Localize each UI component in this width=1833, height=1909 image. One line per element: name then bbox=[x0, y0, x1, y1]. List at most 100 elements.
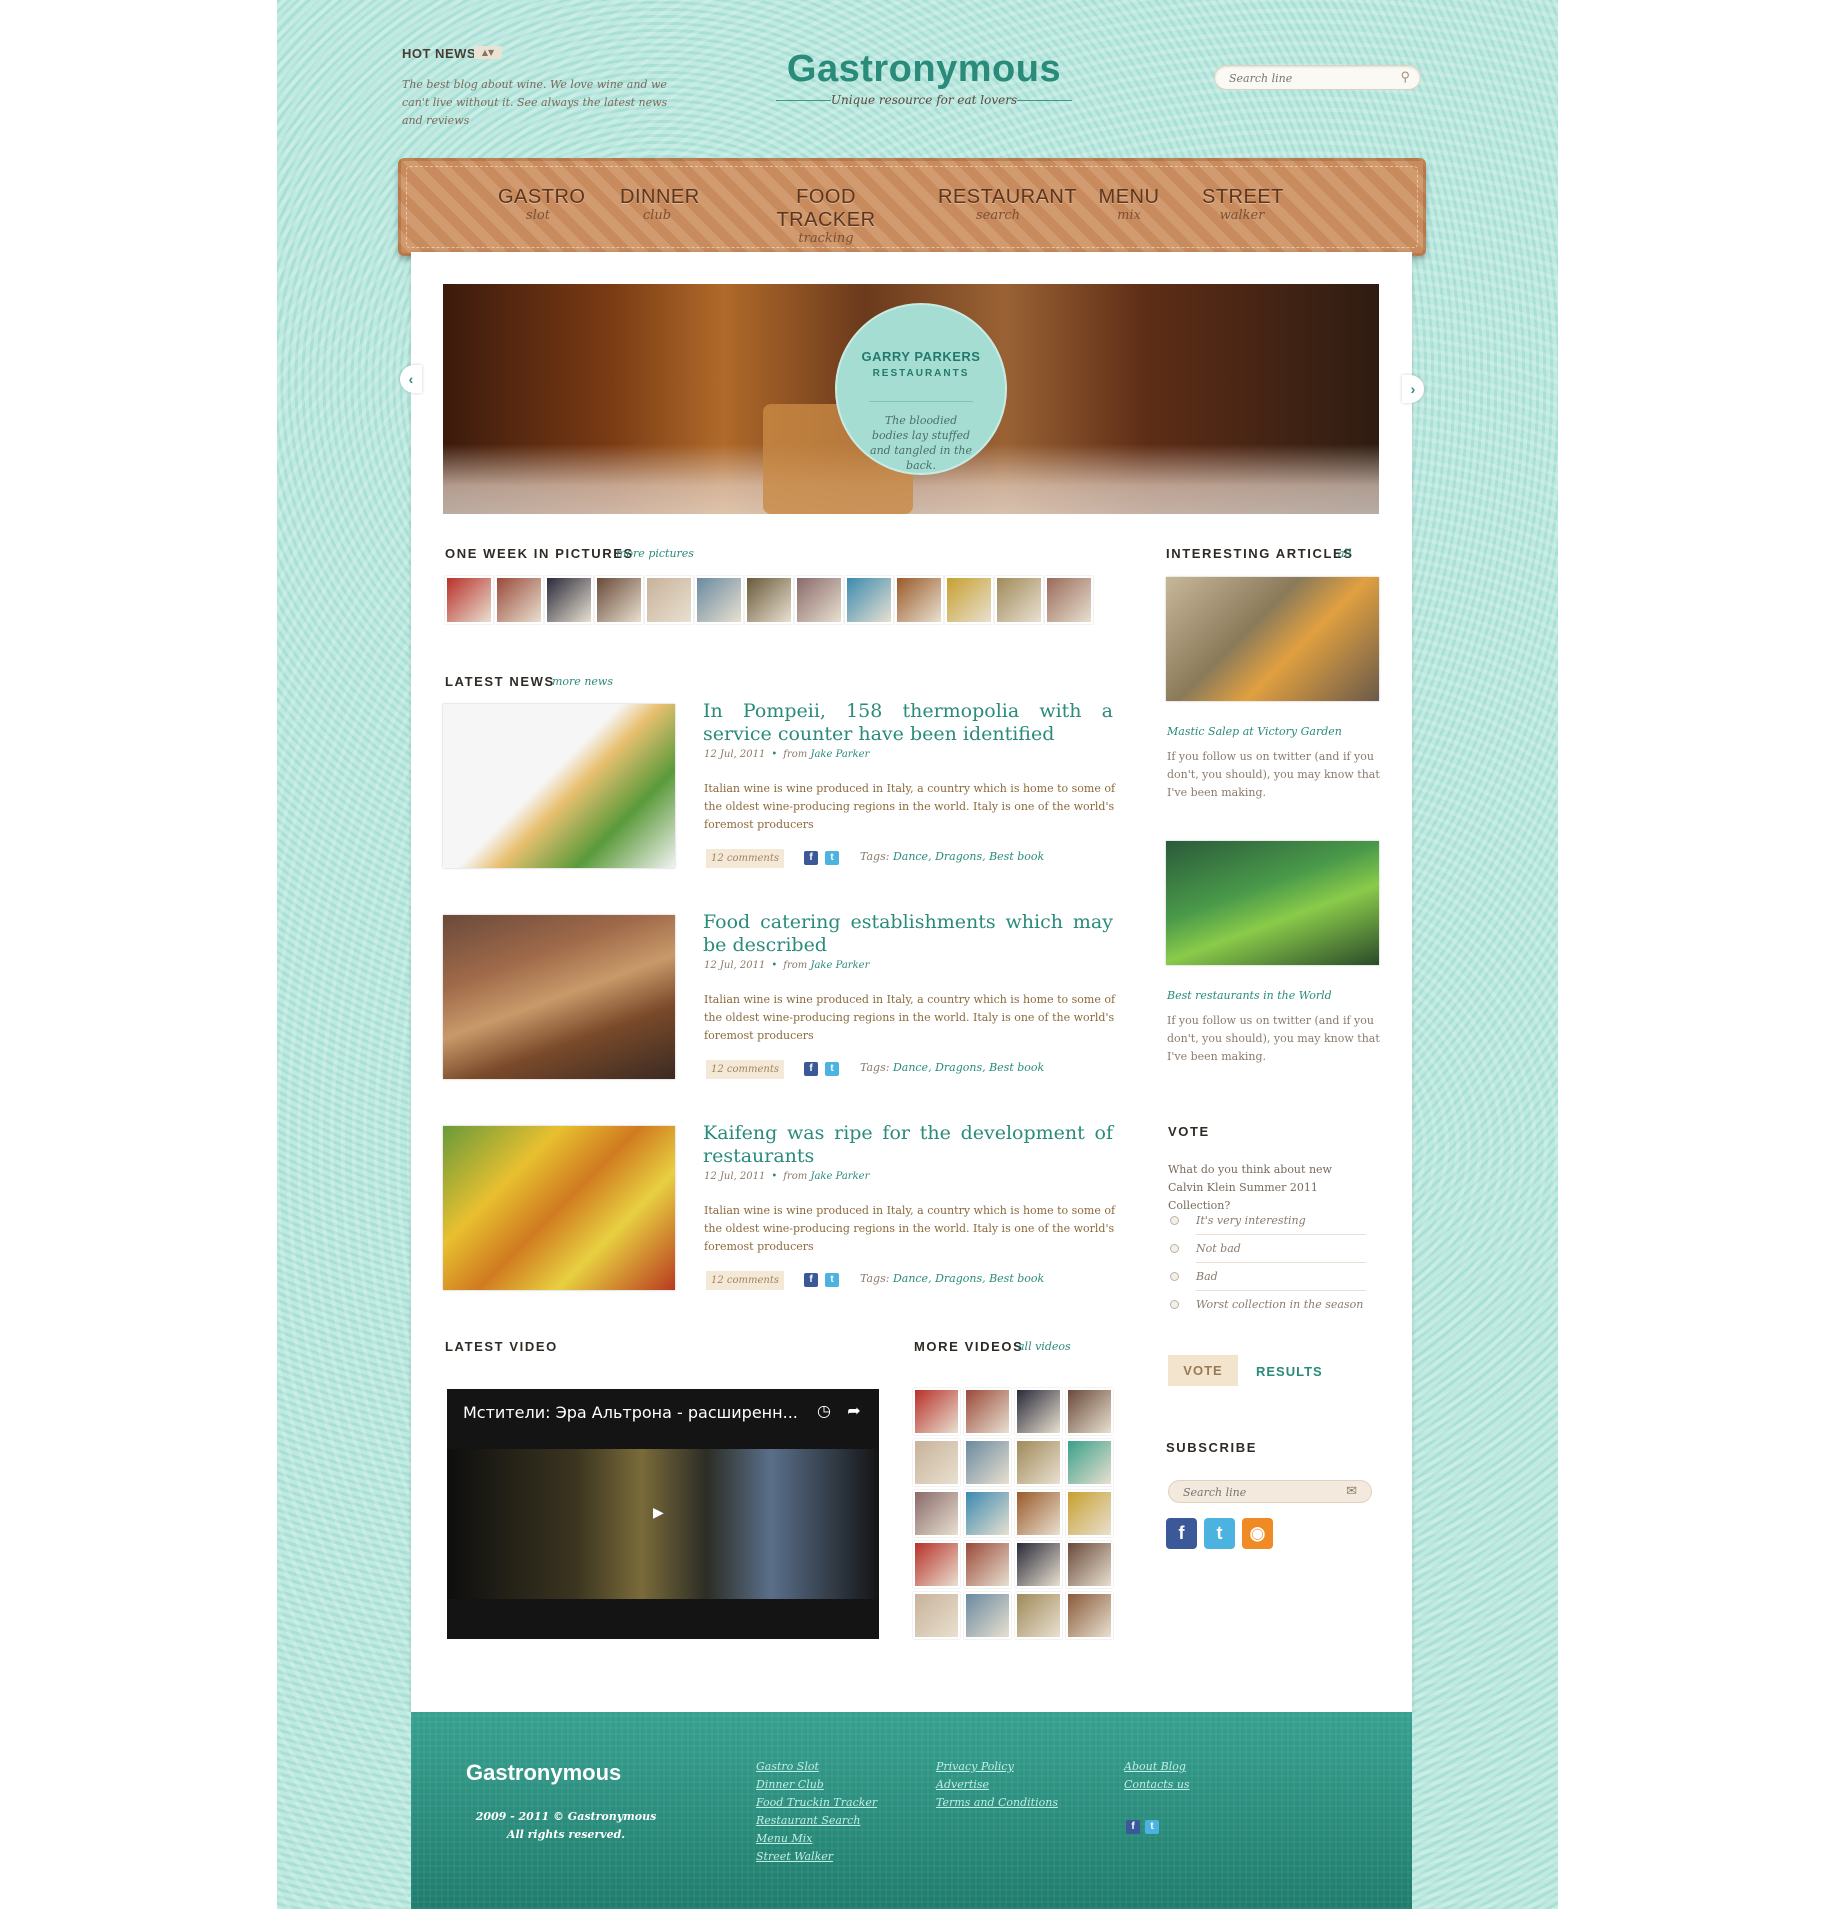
clock-icon[interactable]: ◷ bbox=[813, 1401, 835, 1423]
news-title[interactable]: Kaifeng was ripe for the development of … bbox=[703, 1122, 1113, 1168]
site-logo[interactable]: Gastronymous bbox=[776, 48, 1072, 91]
play-icon[interactable]: ▶ bbox=[653, 1505, 664, 1521]
facebook-icon[interactable]: f bbox=[804, 851, 818, 865]
news-image[interactable] bbox=[443, 704, 675, 868]
video-thumb[interactable] bbox=[1066, 1541, 1113, 1588]
nav-item-gastro[interactable]: GASTRO slot bbox=[498, 186, 585, 223]
facebook-icon[interactable]: f bbox=[804, 1062, 818, 1076]
nav-item-dinner[interactable]: DINNER club bbox=[620, 186, 699, 223]
vote-option[interactable]: Worst collection in the season bbox=[1196, 1298, 1366, 1318]
search-input[interactable] bbox=[1229, 70, 1389, 86]
week-picture-thumb[interactable] bbox=[995, 576, 1043, 624]
article-title[interactable]: Mastic Salep at Victory Garden bbox=[1167, 725, 1342, 738]
video-thumb[interactable] bbox=[964, 1439, 1011, 1486]
news-author[interactable]: Jake Parker bbox=[810, 749, 869, 760]
footer-logo[interactable]: Gastronymous bbox=[466, 1760, 621, 1786]
footer-link[interactable]: Restaurant Search bbox=[756, 1812, 877, 1830]
vote-option[interactable]: Bad bbox=[1196, 1270, 1366, 1291]
all-videos-link[interactable]: all videos bbox=[1018, 1340, 1071, 1353]
slider-prev-icon[interactable]: ‹ bbox=[400, 365, 422, 393]
tags-list[interactable]: Dance, Dragons, Best book bbox=[893, 1061, 1044, 1074]
news-title[interactable]: In Pompeii, 158 thermopolia with a servi… bbox=[703, 700, 1113, 746]
facebook-icon[interactable]: f bbox=[804, 1273, 818, 1287]
week-picture-thumb[interactable] bbox=[945, 576, 993, 624]
video-player[interactable]: Мстители: Эра Альтрона - расширенн... ◷ … bbox=[447, 1389, 879, 1639]
footer-link[interactable]: Contacts us bbox=[1124, 1776, 1190, 1794]
week-picture-thumb[interactable] bbox=[845, 576, 893, 624]
news-title[interactable]: Food catering establishments which may b… bbox=[703, 911, 1113, 957]
facebook-icon[interactable]: f bbox=[1126, 1820, 1140, 1834]
week-picture-thumb[interactable] bbox=[695, 576, 743, 624]
week-picture-thumb[interactable] bbox=[795, 576, 843, 624]
news-image[interactable] bbox=[443, 915, 675, 1079]
footer-link[interactable]: Gastro Slot bbox=[756, 1758, 877, 1776]
vote-radio[interactable] bbox=[1170, 1216, 1179, 1225]
video-thumb[interactable] bbox=[913, 1490, 960, 1537]
video-title[interactable]: Мстители: Эра Альтрона - расширенн... bbox=[463, 1403, 798, 1422]
vote-button[interactable]: VOTE bbox=[1168, 1355, 1238, 1386]
video-thumb[interactable] bbox=[1066, 1592, 1113, 1639]
nav-item-restaurant[interactable]: RESTAURANT search bbox=[938, 186, 1077, 223]
envelope-icon[interactable]: ✉ bbox=[1346, 1484, 1357, 1499]
week-picture-thumb[interactable] bbox=[545, 576, 593, 624]
week-picture-thumb[interactable] bbox=[595, 576, 643, 624]
hot-news-arrows[interactable]: ▲▼ bbox=[474, 46, 502, 59]
article-title[interactable]: Best restaurants in the World bbox=[1167, 989, 1332, 1002]
video-thumb[interactable] bbox=[1015, 1439, 1062, 1486]
rss-icon[interactable]: ◉ bbox=[1242, 1518, 1273, 1549]
facebook-icon[interactable]: f bbox=[1166, 1518, 1197, 1549]
all-articles-link[interactable]: all bbox=[1338, 547, 1352, 560]
video-thumb[interactable] bbox=[1015, 1388, 1062, 1435]
more-news-link[interactable]: more news bbox=[552, 675, 613, 688]
nav-item-food-tracker[interactable]: FOOD TRACKER tracking bbox=[756, 186, 896, 246]
comments-badge[interactable]: 12 comments bbox=[706, 849, 784, 868]
footer-link[interactable]: Street Walker bbox=[756, 1848, 877, 1866]
results-button[interactable]: RESULTS bbox=[1256, 1364, 1323, 1379]
week-picture-thumb[interactable] bbox=[895, 576, 943, 624]
video-thumb[interactable] bbox=[1015, 1592, 1062, 1639]
vote-option[interactable]: It's very interesting bbox=[1196, 1214, 1366, 1235]
comments-badge[interactable]: 12 comments bbox=[706, 1060, 784, 1079]
nav-item-street[interactable]: STREET walker bbox=[1202, 186, 1283, 223]
video-thumb[interactable] bbox=[913, 1541, 960, 1588]
video-thumb[interactable] bbox=[964, 1592, 1011, 1639]
week-picture-thumb[interactable] bbox=[745, 576, 793, 624]
vote-radio[interactable] bbox=[1170, 1300, 1179, 1309]
footer-link[interactable]: Privacy Policy bbox=[936, 1758, 1058, 1776]
week-picture-thumb[interactable] bbox=[645, 576, 693, 624]
video-thumb[interactable] bbox=[964, 1541, 1011, 1588]
vote-option[interactable]: Not bad bbox=[1196, 1242, 1366, 1263]
footer-link[interactable]: About Blog bbox=[1124, 1758, 1190, 1776]
footer-link[interactable]: Terms and Conditions bbox=[936, 1794, 1058, 1812]
vote-radio[interactable] bbox=[1170, 1244, 1179, 1253]
video-thumb[interactable] bbox=[913, 1592, 960, 1639]
video-thumb[interactable] bbox=[964, 1490, 1011, 1537]
news-author[interactable]: Jake Parker bbox=[810, 1171, 869, 1182]
video-thumb[interactable] bbox=[1015, 1490, 1062, 1537]
video-thumb[interactable] bbox=[913, 1439, 960, 1486]
twitter-icon[interactable]: t bbox=[825, 1062, 839, 1076]
footer-link[interactable]: Advertise bbox=[936, 1776, 1058, 1794]
tags-list[interactable]: Dance, Dragons, Best book bbox=[893, 1272, 1044, 1285]
news-image[interactable] bbox=[443, 1126, 675, 1290]
search-icon[interactable]: ⚲ bbox=[1400, 70, 1410, 85]
video-thumb[interactable] bbox=[1066, 1490, 1113, 1537]
slider-caption[interactable]: GARRY PARKERS RESTAURANTS The bloodied b… bbox=[835, 303, 1007, 475]
twitter-icon[interactable]: t bbox=[825, 851, 839, 865]
nav-item-menu[interactable]: MENU mix bbox=[1098, 186, 1160, 223]
week-picture-thumb[interactable] bbox=[495, 576, 543, 624]
share-icon[interactable]: ➦ bbox=[843, 1401, 865, 1423]
video-thumb[interactable] bbox=[1066, 1439, 1113, 1486]
tags-list[interactable]: Dance, Dragons, Best book bbox=[893, 850, 1044, 863]
more-pictures-link[interactable]: more pictures bbox=[616, 547, 694, 560]
video-thumb[interactable] bbox=[913, 1388, 960, 1435]
article-image[interactable] bbox=[1166, 841, 1379, 965]
week-picture-thumb[interactable] bbox=[445, 576, 493, 624]
twitter-icon[interactable]: t bbox=[1204, 1518, 1235, 1549]
vote-radio[interactable] bbox=[1170, 1272, 1179, 1281]
footer-link[interactable]: Menu Mix bbox=[756, 1830, 877, 1848]
news-author[interactable]: Jake Parker bbox=[810, 960, 869, 971]
video-thumb[interactable] bbox=[1015, 1541, 1062, 1588]
twitter-icon[interactable]: t bbox=[825, 1273, 839, 1287]
article-image[interactable] bbox=[1166, 577, 1379, 701]
